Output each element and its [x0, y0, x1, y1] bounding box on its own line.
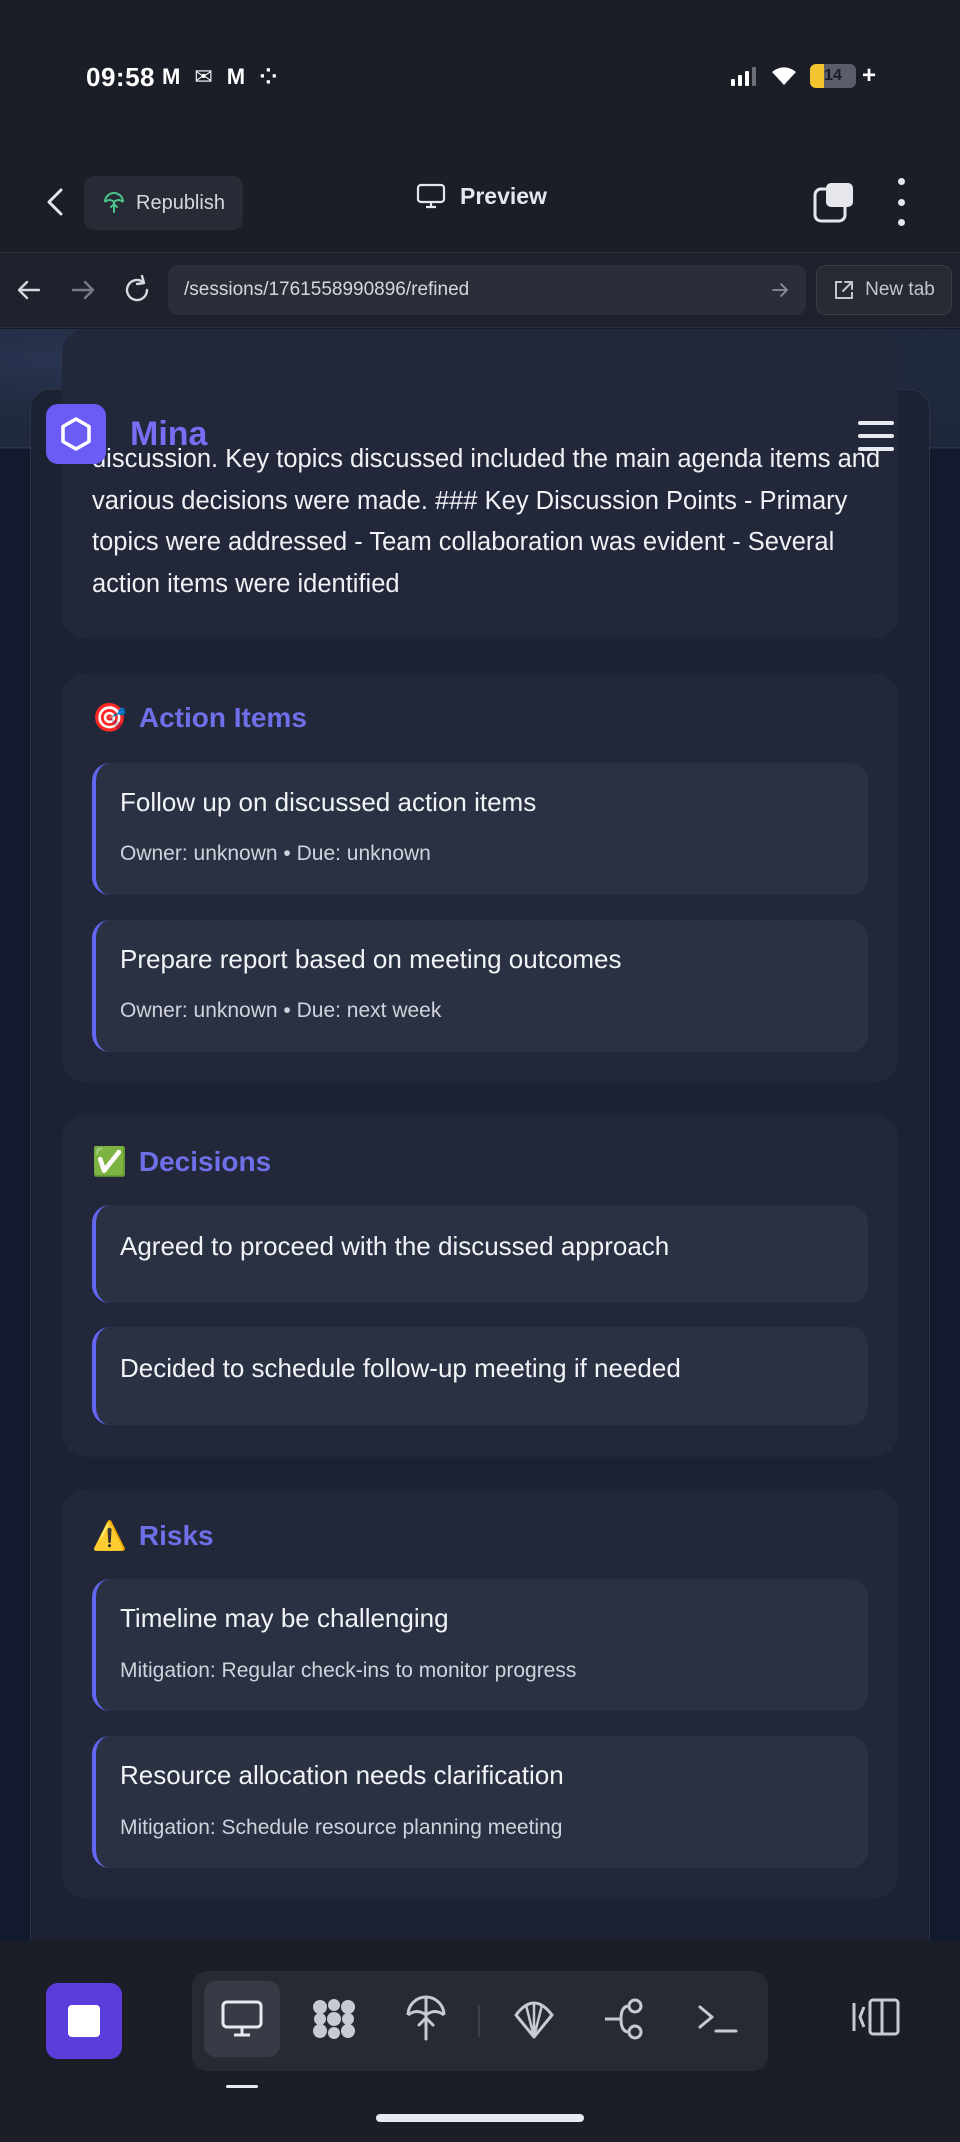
- decision-item-title: Agreed to proceed with the discussed app…: [120, 1231, 670, 1261]
- home-indicator[interactable]: [376, 2114, 584, 2122]
- new-tab-label: New tab: [865, 279, 935, 300]
- risks-section: ⚠️ Risks Timeline may be challenging Mit…: [62, 1489, 898, 1899]
- bottom-toolbar: [0, 1941, 960, 2142]
- back-icon[interactable]: [36, 182, 76, 222]
- risk-item: Timeline may be challenging Mitigation: …: [92, 1579, 868, 1711]
- notification-icons: M ✉ M ⁘: [162, 64, 278, 90]
- logo[interactable]: [46, 404, 106, 464]
- gmail-icon: M: [162, 64, 181, 89]
- go-arrow-icon[interactable]: [770, 280, 790, 300]
- risk-item: Resource allocation needs clarification …: [92, 1736, 868, 1868]
- stop-icon: [68, 2005, 100, 2037]
- hexagon-logo-icon: [61, 417, 91, 451]
- system-indicators: 14 +: [730, 62, 876, 90]
- brand-name[interactable]: Mina: [130, 415, 207, 454]
- warning-icon: ⚠️: [92, 1520, 127, 1551]
- shell-icon[interactable]: [496, 1981, 572, 2057]
- action-item: Prepare report based on meeting outcomes…: [92, 920, 868, 1052]
- risk-item-mitigation: Mitigation: Schedule resource planning m…: [120, 1816, 563, 1839]
- m-app-icon: M: [226, 64, 246, 89]
- decision-item: Agreed to proceed with the discussed app…: [92, 1205, 868, 1303]
- browser-forward-icon[interactable]: [66, 273, 100, 307]
- action-item-meta: Owner: unknown • Due: unknown: [120, 842, 431, 865]
- status-bar: 09:58 M ✉ M ⁘ 14 +: [0, 0, 960, 150]
- branch-icon[interactable]: [588, 1981, 664, 2057]
- risk-item-mitigation: Mitigation: Regular check-ins to monitor…: [120, 1659, 577, 1682]
- monitor-icon: [416, 183, 446, 209]
- signal-icon: [730, 67, 756, 86]
- risks-heading: ⚠️ Risks: [92, 1519, 214, 1552]
- app-bar: Republish Preview: [0, 150, 960, 252]
- preview-label: Preview: [460, 182, 547, 209]
- risk-item-title: Resource allocation needs clarification: [120, 1760, 564, 1790]
- battery-icon: 14: [809, 64, 856, 88]
- toolbar-divider: [478, 2005, 480, 2037]
- decisions-heading: ✅ Decisions: [92, 1145, 271, 1178]
- action-item-meta: Owner: unknown • Due: next week: [120, 999, 442, 1022]
- summary-text: discussion. Key topics discussed include…: [92, 445, 881, 598]
- page-header: Mina: [0, 329, 960, 464]
- action-item-title: Follow up on discussed action items: [120, 787, 537, 817]
- dots-icon: ⁘: [259, 64, 278, 89]
- action-items-section: 🎯 Action Items Follow up on discussed ac…: [62, 673, 898, 1083]
- umbrella-upload-icon[interactable]: [388, 1981, 464, 2057]
- terminal-icon[interactable]: [680, 1981, 756, 2057]
- reload-icon[interactable]: [120, 273, 154, 307]
- tabs-icon[interactable]: [812, 180, 856, 224]
- wifi-icon: [771, 67, 796, 85]
- action-item-title: Prepare report based on meeting outcomes: [120, 944, 622, 974]
- check-icon: ✅: [92, 1146, 127, 1177]
- new-tab-button[interactable]: New tab: [816, 265, 952, 315]
- page-preview: discussion. Key topics discussed include…: [0, 329, 960, 1941]
- url-field[interactable]: /sessions/1761558990896/refined: [168, 265, 806, 315]
- action-item: Follow up on discussed action items Owne…: [92, 763, 868, 895]
- side-panel-icon[interactable]: [852, 1997, 900, 2037]
- decision-item: Decided to schedule follow-up meeting if…: [92, 1327, 868, 1425]
- publish-umbrella-icon: [104, 192, 124, 213]
- more-options-icon[interactable]: [886, 178, 916, 226]
- grid-blob-icon[interactable]: [296, 1981, 372, 2057]
- decision-item-title: Decided to schedule follow-up meeting if…: [120, 1353, 681, 1383]
- target-icon: 🎯: [92, 702, 127, 733]
- browser-bar: /sessions/1761558990896/refined New tab: [0, 252, 960, 328]
- active-tab-indicator: [226, 2085, 258, 2088]
- status-time: 09:58: [86, 62, 155, 92]
- tool-group: [192, 1971, 768, 2071]
- stop-button[interactable]: [46, 1983, 122, 2059]
- mail-icon: ✉: [194, 64, 213, 89]
- charging-plus: +: [861, 62, 876, 89]
- url-text: /sessions/1761558990896/refined: [184, 279, 470, 300]
- action-items-heading: 🎯 Action Items: [92, 701, 307, 734]
- republish-label: Republish: [136, 191, 225, 214]
- browser-back-icon[interactable]: [12, 273, 46, 307]
- preview-title: Preview: [416, 182, 547, 210]
- risk-item-title: Timeline may be challenging: [120, 1603, 449, 1633]
- decisions-section: ✅ Decisions Agreed to proceed with the d…: [62, 1115, 898, 1457]
- action-items-title: Action Items: [138, 701, 307, 733]
- decisions-title: Decisions: [138, 1145, 272, 1177]
- risks-title: Risks: [138, 1519, 214, 1551]
- monitor-tool-icon[interactable]: [204, 1981, 280, 2057]
- hamburger-menu-icon[interactable]: [858, 421, 894, 451]
- external-link-icon: [835, 281, 854, 299]
- republish-button[interactable]: Republish: [84, 176, 243, 230]
